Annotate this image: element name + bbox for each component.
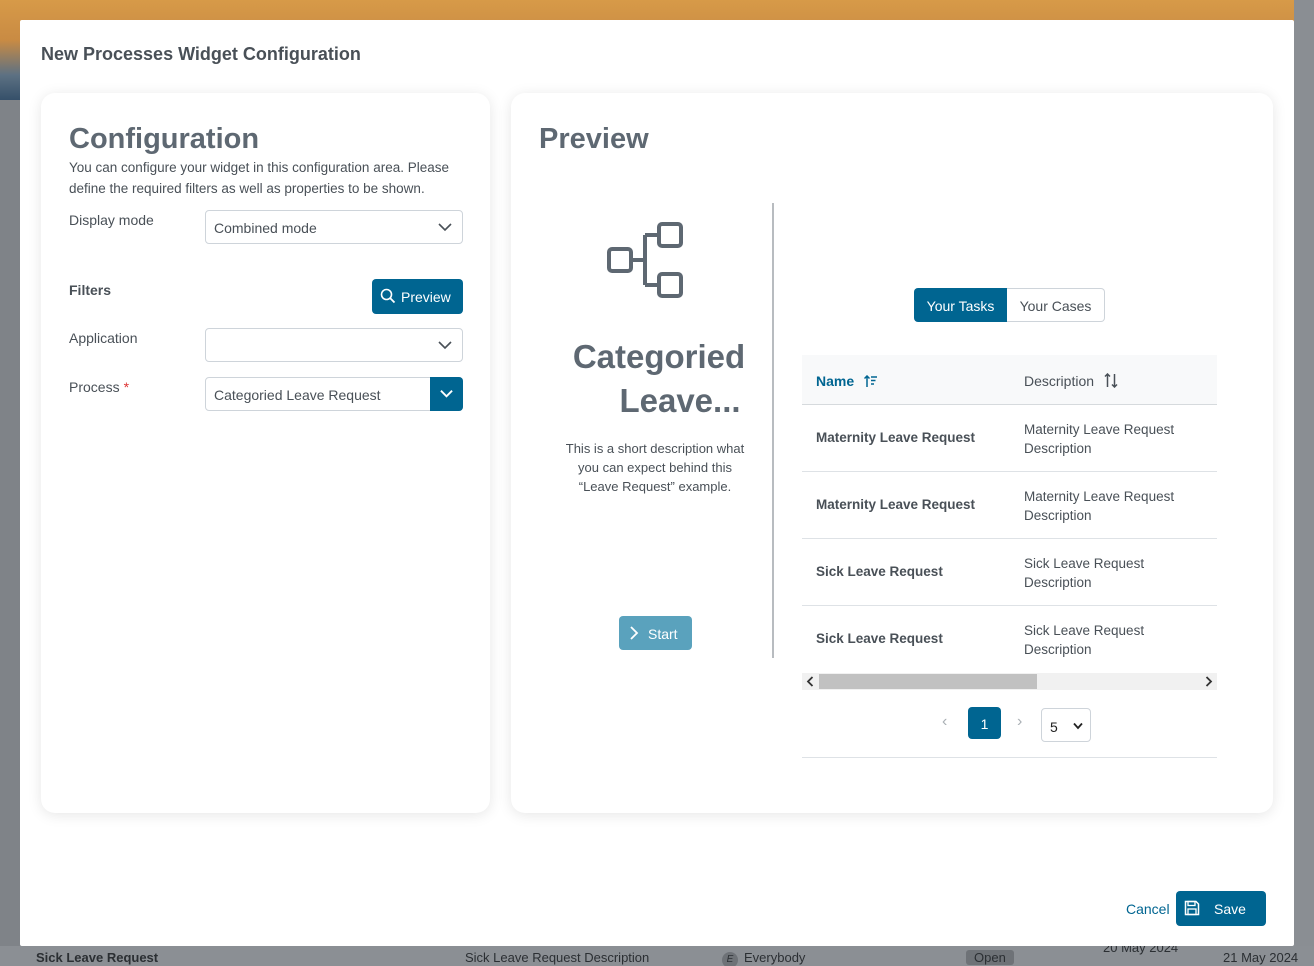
chevron-right-icon — [630, 626, 639, 640]
column-header-name[interactable]: Name — [816, 373, 878, 389]
task-description: Sick Leave Request Description — [1024, 623, 1145, 657]
filters-label: Filters — [69, 282, 112, 298]
background-row-assignee: E Everybody — [722, 950, 805, 966]
pagination: ‹ 1 › 5 — [802, 701, 1217, 758]
process-title: Categoried Leave... — [572, 338, 746, 419]
background-row-date-2: 21 May 2024 — [1223, 950, 1299, 965]
process-value: Categoried Leave Request — [214, 387, 381, 403]
column-header-description[interactable]: Description — [1024, 372, 1118, 389]
sort-ascending-icon — [864, 374, 878, 387]
chevron-down-icon — [440, 390, 453, 398]
process-icon — [607, 222, 683, 298]
task-description: Maternity Leave Request Description — [1024, 489, 1175, 523]
configuration-panel: Configuration You can configure your wid… — [41, 93, 490, 813]
chevron-down-icon — [438, 341, 452, 350]
process-select[interactable]: Categoried Leave Request — [205, 377, 463, 411]
preview-button[interactable]: Preview — [372, 279, 463, 314]
task-description: Maternity Leave Request Description — [1024, 422, 1175, 456]
background-right-strip — [1294, 0, 1314, 966]
preview-panel: Preview Categoried Leave... This is a sh… — [511, 93, 1273, 813]
preview-heading: Preview — [539, 123, 649, 155]
application-select[interactable] — [205, 328, 463, 362]
table-row[interactable]: Maternity Leave Request Maternity Leave … — [802, 405, 1217, 472]
horizontal-scrollbar[interactable] — [802, 673, 1217, 690]
background-row-description: Sick Leave Request Description — [465, 950, 650, 965]
process-description: This is a short description what you can… — [565, 441, 745, 494]
process-label: Process * — [69, 379, 130, 395]
start-button[interactable]: Start — [619, 616, 692, 650]
cancel-button[interactable]: Cancel — [1126, 901, 1170, 917]
pagination-next-button[interactable]: › — [1017, 713, 1022, 731]
configuration-description: You can configure your widget in this co… — [69, 160, 449, 196]
avatar: E — [722, 952, 738, 966]
task-name: Sick Leave Request — [816, 631, 943, 646]
chevron-down-icon — [1073, 722, 1083, 730]
table-row[interactable]: Sick Leave Request Sick Leave Request De… — [802, 539, 1217, 606]
search-icon — [380, 288, 396, 304]
dialog-title: New Processes Widget Configuration — [41, 44, 361, 64]
required-marker: * — [123, 379, 130, 395]
display-mode-select[interactable]: Combined mode — [205, 210, 463, 244]
save-button-label: Save — [1214, 901, 1246, 917]
configuration-heading: Configuration — [69, 123, 260, 155]
display-mode-value: Combined mode — [214, 220, 317, 236]
tab-your-cases[interactable]: Your Cases — [1007, 288, 1105, 322]
preview-divider — [772, 203, 774, 658]
pagination-prev-button[interactable]: ‹ — [942, 713, 947, 731]
chevron-down-icon — [438, 223, 452, 232]
scroll-right-icon[interactable] — [1205, 676, 1213, 687]
display-mode-label: Display mode — [69, 212, 154, 228]
task-name: Sick Leave Request — [816, 564, 943, 579]
background-row-name: Sick Leave Request — [36, 950, 159, 965]
application-label: Application — [69, 330, 138, 346]
pagination-page-1[interactable]: 1 — [968, 707, 1001, 739]
tasks-table: Name Description Maternity Leave Request… — [802, 355, 1217, 673]
sort-icon — [1104, 372, 1118, 389]
status-badge: Open — [966, 950, 1014, 965]
start-button-label: Start — [648, 626, 678, 642]
table-row[interactable]: Maternity Leave Request Maternity Leave … — [802, 472, 1217, 539]
background-table-row: Sick Leave Request Sick Leave Request De… — [0, 940, 1314, 966]
tab-your-tasks[interactable]: Your Tasks — [914, 288, 1007, 322]
table-header: Name Description — [802, 355, 1217, 405]
save-button[interactable]: Save — [1176, 891, 1266, 926]
widget-configuration-dialog: New Processes Widget Configuration Confi… — [20, 20, 1294, 946]
task-name: Maternity Leave Request — [816, 430, 976, 445]
preview-button-label: Preview — [401, 289, 451, 305]
task-description: Sick Leave Request Description — [1024, 556, 1145, 590]
save-icon — [1184, 900, 1200, 916]
table-row[interactable]: Sick Leave Request Sick Leave Request De… — [802, 606, 1217, 673]
task-name: Maternity Leave Request — [816, 497, 976, 512]
scrollbar-thumb[interactable] — [819, 674, 1037, 689]
process-dropdown-button[interactable] — [430, 377, 463, 411]
scroll-left-icon[interactable] — [806, 676, 814, 687]
page-size-select[interactable]: 5 — [1041, 708, 1091, 742]
